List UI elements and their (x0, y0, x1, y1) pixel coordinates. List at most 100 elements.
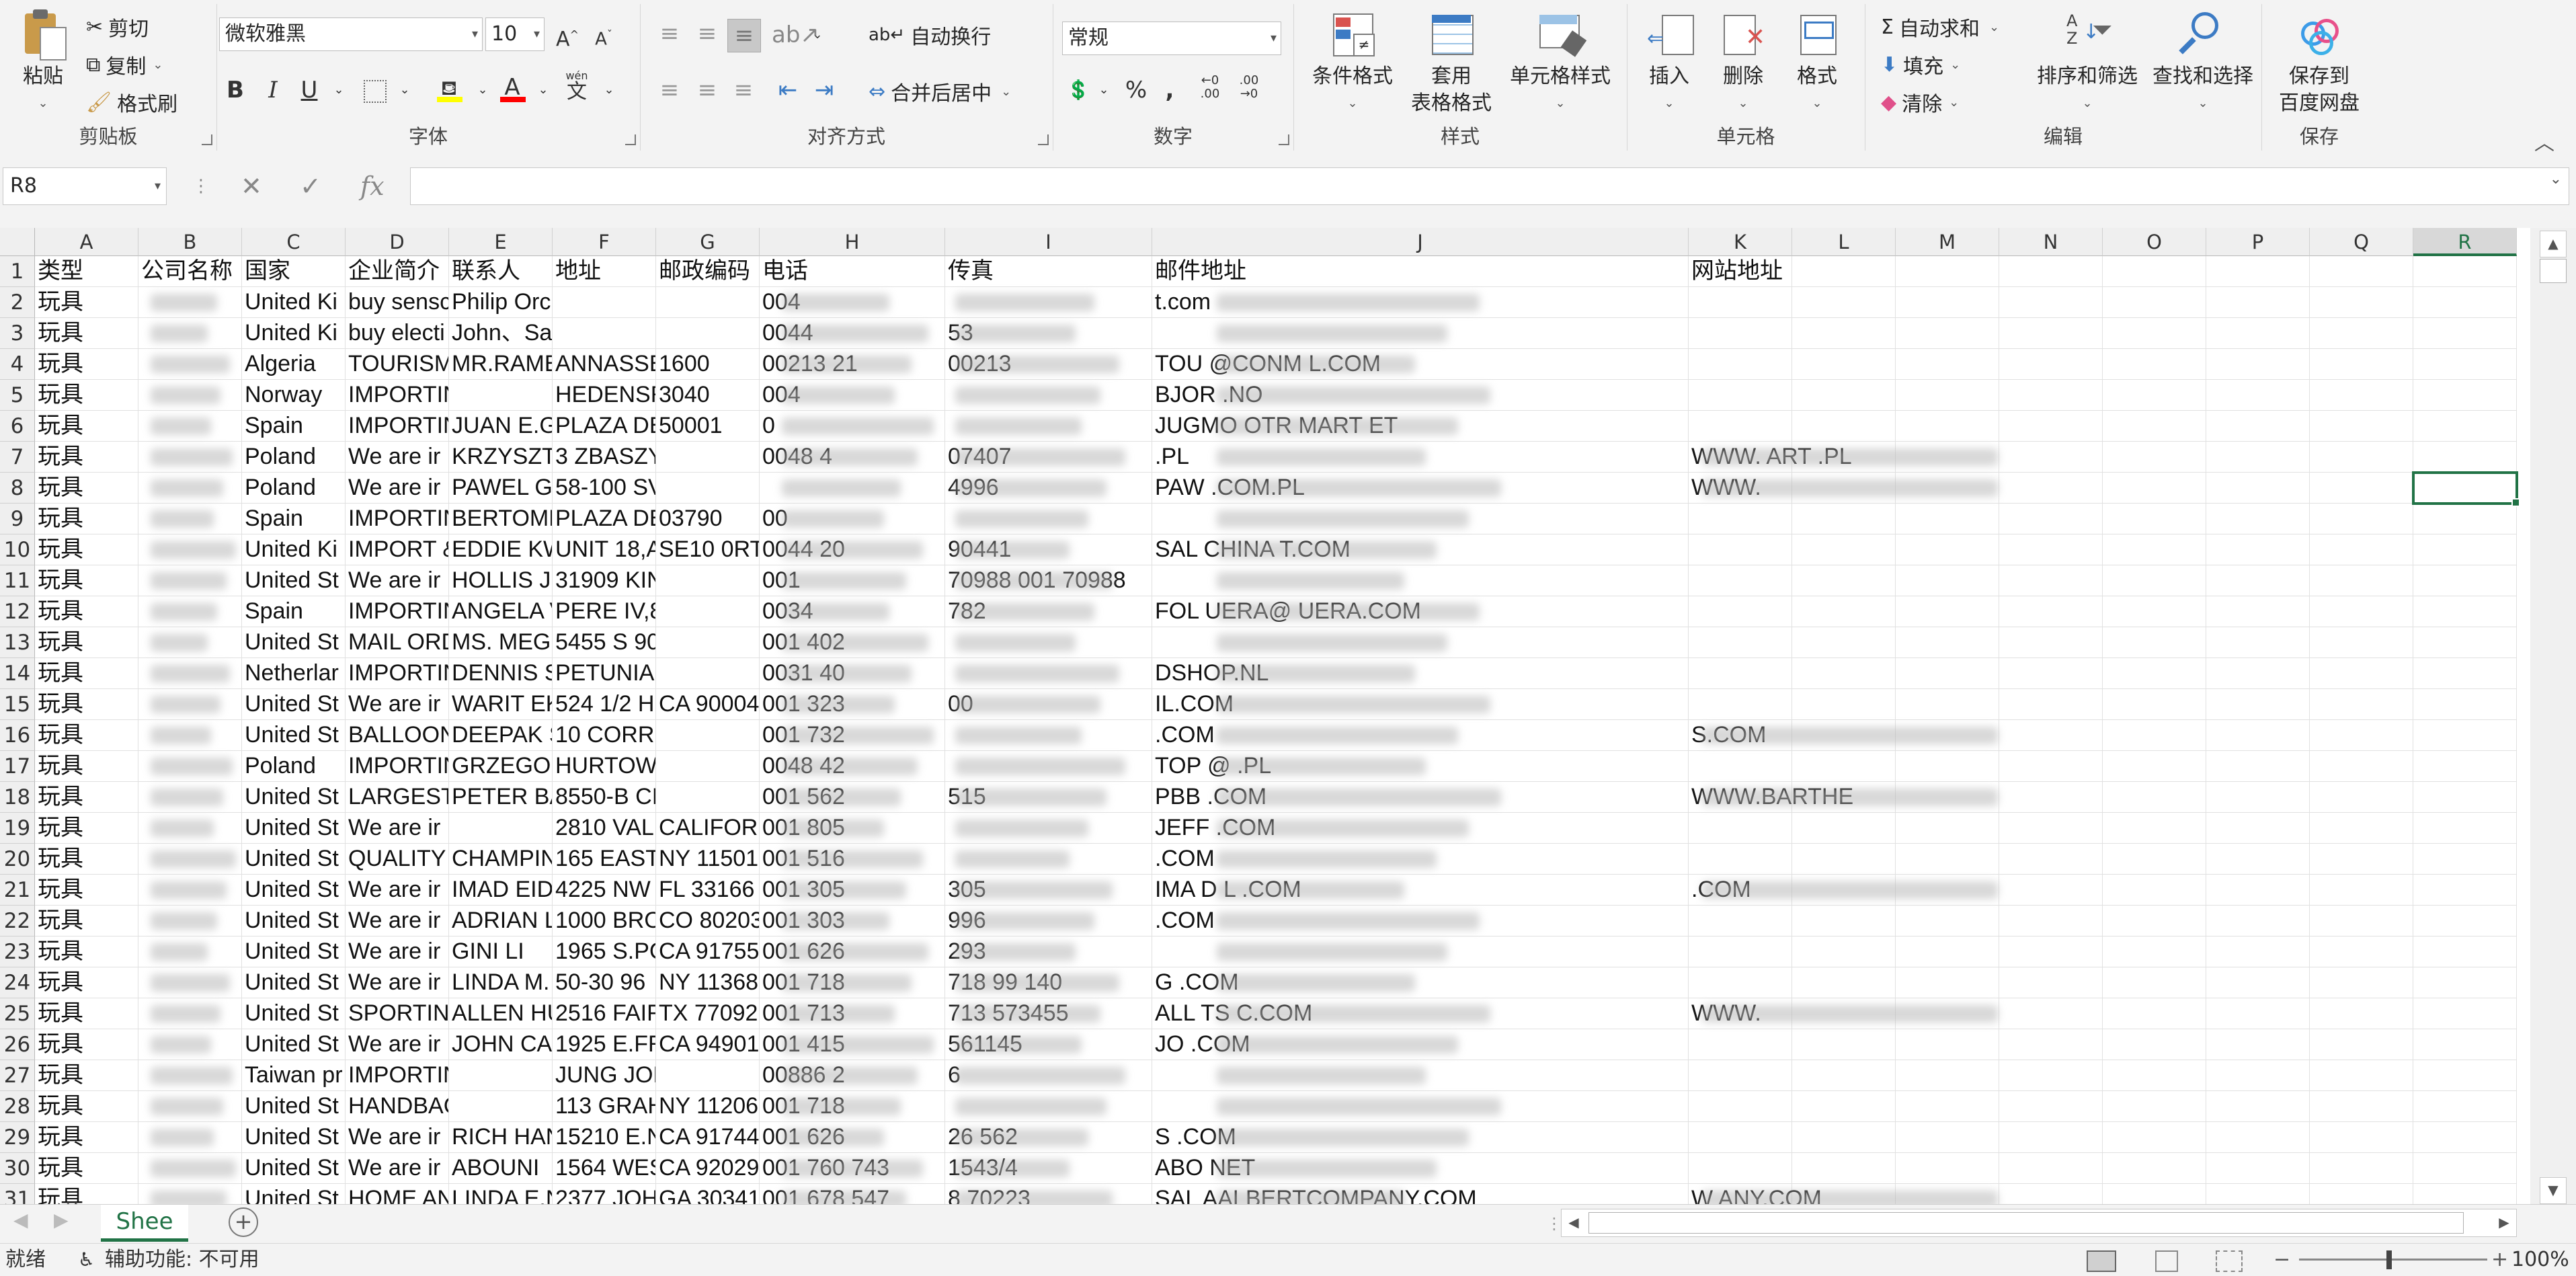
cell-q[interactable] (2310, 596, 2413, 627)
cell-l[interactable] (1792, 1029, 1896, 1060)
row-header[interactable]: 19 (0, 813, 35, 844)
cell-a[interactable]: 玩具 (35, 349, 138, 380)
cell-k[interactable] (1689, 411, 1792, 442)
cell-r[interactable] (2413, 751, 2517, 782)
cell-e[interactable]: KRZYSZT( (449, 442, 553, 473)
cell-r[interactable] (2413, 720, 2517, 751)
cell-c[interactable]: United St (242, 782, 346, 813)
cell-c[interactable]: United Ki (242, 287, 346, 318)
zoom-slider[interactable] (2299, 1250, 2487, 1269)
cell-a[interactable]: 类型 (35, 256, 138, 287)
cell-l[interactable] (1792, 658, 1896, 689)
row-header[interactable]: 28 (0, 1091, 35, 1122)
bold-button[interactable]: B (219, 74, 251, 106)
cell-o[interactable] (2103, 844, 2206, 875)
cell-d[interactable]: We are ir (346, 875, 449, 906)
cell-n[interactable] (1999, 658, 2103, 689)
zoom-level[interactable]: 100% (2511, 1244, 2569, 1276)
cell-a[interactable]: 玩具 (35, 318, 138, 349)
cell-g[interactable]: 邮政编码 (656, 256, 760, 287)
cut-button[interactable]: ✂ 剪切 (86, 12, 149, 42)
cell-f[interactable]: ANNASSE (553, 349, 656, 380)
row-header[interactable]: 25 (0, 998, 35, 1029)
autosum-button[interactable]: Σ 自动求和 ⌄ (1881, 12, 1999, 42)
cell-g[interactable]: CA 94901 (656, 1029, 760, 1060)
cell-g[interactable]: 03790 (656, 504, 760, 534)
cell-k[interactable] (1689, 1029, 1792, 1060)
dialog-launcher-icon[interactable] (1279, 134, 1289, 145)
cell-q[interactable] (2310, 844, 2413, 875)
cell-q[interactable] (2310, 627, 2413, 658)
paste-button[interactable]: 粘贴 ⌄ (9, 9, 77, 117)
row-header[interactable]: 27 (0, 1060, 35, 1091)
cell-d[interactable]: We are ir (346, 936, 449, 967)
cell-l[interactable] (1792, 411, 1896, 442)
cell-l[interactable] (1792, 1091, 1896, 1122)
dialog-launcher-icon[interactable] (625, 134, 636, 145)
cell-g[interactable] (656, 627, 760, 658)
cell-m[interactable] (1896, 256, 1999, 287)
cell-a[interactable]: 玩具 (35, 380, 138, 411)
row-header[interactable]: 16 (0, 720, 35, 751)
cell-d[interactable]: QUALITY (346, 844, 449, 875)
cell-d[interactable]: IMPORTIN (346, 504, 449, 534)
row-header[interactable]: 10 (0, 534, 35, 565)
cell-f[interactable]: 1000 BRO (553, 906, 656, 936)
cell-q[interactable] (2310, 782, 2413, 813)
phonetic-button[interactable]: wén 文 (561, 70, 593, 102)
cell-d[interactable]: LARGEST (346, 782, 449, 813)
cell-d[interactable]: IMPORTIN (346, 411, 449, 442)
cell-f[interactable]: 地址 (553, 256, 656, 287)
cell-r[interactable] (2413, 504, 2517, 534)
column-header-b[interactable]: B (138, 228, 242, 256)
cell-f[interactable]: 8550-B CI (553, 782, 656, 813)
cell-q[interactable] (2310, 504, 2413, 534)
cell-f[interactable]: 3 ZBASZY (553, 442, 656, 473)
scroll-left-icon[interactable]: ◀ (1562, 1209, 1586, 1235)
cell-m[interactable] (1896, 565, 1999, 596)
cell-c[interactable]: United St (242, 844, 346, 875)
cell-a[interactable]: 玩具 (35, 627, 138, 658)
cell-o[interactable] (2103, 1153, 2206, 1184)
cell-f[interactable]: UNIT 18,A (553, 534, 656, 565)
cell-r[interactable] (2413, 1184, 2517, 1204)
column-header-k[interactable]: K (1689, 228, 1792, 256)
insert-function-button[interactable]: fx (360, 167, 385, 205)
cell-a[interactable]: 玩具 (35, 1153, 138, 1184)
decrease-indent-icon[interactable]: ⇤ (772, 74, 804, 106)
cell-q[interactable] (2310, 875, 2413, 906)
column-header-g[interactable]: G (656, 228, 760, 256)
cell-n[interactable] (1999, 534, 2103, 565)
cell-p[interactable] (2206, 565, 2310, 596)
cell-q[interactable] (2310, 1153, 2413, 1184)
cell-f[interactable]: PLAZA DE (553, 411, 656, 442)
cell-e[interactable] (449, 813, 553, 844)
cell-c[interactable]: United St (242, 720, 346, 751)
expand-formula-icon[interactable]: ⌄ (2550, 171, 2562, 188)
cell-q[interactable] (2310, 1060, 2413, 1091)
cell-e[interactable]: DEEPAK S (449, 720, 553, 751)
cell-p[interactable] (2206, 813, 2310, 844)
increase-decimal-icon[interactable]: ←0.00 (1194, 74, 1226, 106)
cell-f[interactable]: 165 EAST (553, 844, 656, 875)
cell-n[interactable] (1999, 998, 2103, 1029)
page-break-icon[interactable] (2216, 1250, 2243, 1272)
orientation-icon[interactable]: ab↗ (772, 19, 819, 51)
percent-button[interactable]: % (1120, 74, 1152, 106)
cell-p[interactable] (2206, 998, 2310, 1029)
cell-r[interactable] (2413, 287, 2517, 318)
cell-e[interactable]: MR.RAME (449, 349, 553, 380)
cell-e[interactable]: LINDA E.N (449, 1184, 553, 1204)
cell-q[interactable] (2310, 534, 2413, 565)
cell-o[interactable] (2103, 658, 2206, 689)
cell-o[interactable] (2103, 565, 2206, 596)
cell-p[interactable] (2206, 1091, 2310, 1122)
cell-a[interactable]: 玩具 (35, 442, 138, 473)
cell-c[interactable]: United St (242, 1122, 346, 1153)
cell-n[interactable] (1999, 1184, 2103, 1204)
chevron-down-icon[interactable]: ⌄ (467, 74, 499, 106)
cell-r[interactable] (2413, 442, 2517, 473)
cell-f[interactable]: 10 CORRI (553, 720, 656, 751)
cell-p[interactable] (2206, 596, 2310, 627)
cell-k[interactable] (1689, 287, 1792, 318)
